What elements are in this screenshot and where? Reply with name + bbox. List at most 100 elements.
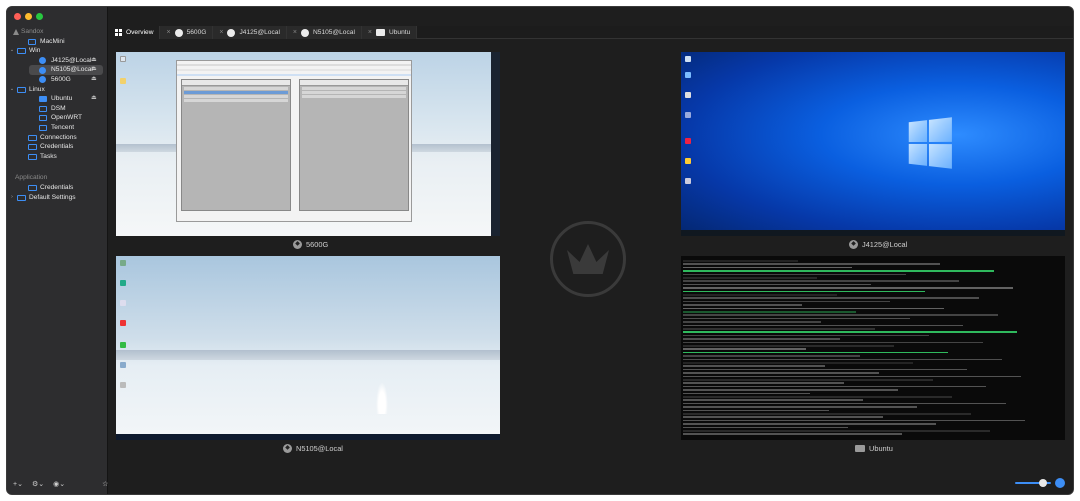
sidebar-item-linux[interactable]: ⌄ Linux (7, 85, 107, 95)
sidebar-item-n5105-local[interactable]: N5105@Local ⏏ (7, 65, 107, 75)
terminal-line (683, 362, 914, 364)
gear-menu-button[interactable]: ⚙⌄ (32, 480, 44, 488)
close-tab-icon[interactable]: × (293, 26, 297, 39)
windows-logo (908, 117, 952, 169)
tab-n5105[interactable]: × N5105@Local (286, 26, 362, 39)
tab-label: Overview (126, 29, 154, 36)
chevron-down-icon[interactable]: ⌄ (9, 46, 15, 56)
sidebar-item-tencent[interactable]: Tencent (7, 123, 107, 133)
sidebar-item-connections[interactable]: Connections (7, 133, 107, 143)
terminal-line (683, 430, 991, 432)
windows-icon (39, 66, 46, 74)
sidebar-item-label: J4125@Local (51, 56, 92, 64)
tab-ubuntu[interactable]: × Ubuntu (361, 26, 418, 39)
sidebar-item-openwrt[interactable]: OpenWRT (7, 113, 107, 123)
desktop-icon (120, 300, 126, 306)
connection-tree: Sandox MacMini ⌄ Win J4125@Local ⏏ N5105@Loca… (7, 27, 107, 202)
tile-caption: ◆ 5600G (293, 240, 328, 249)
tab-label: N5105@Local (313, 29, 355, 36)
terminal-line (683, 379, 933, 381)
tab-overview[interactable]: Overview (109, 26, 161, 39)
folder-icon (120, 78, 126, 84)
sidebar-item-dsm[interactable]: DSM (7, 104, 107, 114)
terminal-line (683, 270, 995, 272)
tab-label: 5600G (186, 29, 207, 36)
terminal-line (683, 273, 906, 276)
terminal-line (683, 416, 883, 418)
tab-j4125[interactable]: × J4125@Local (213, 26, 287, 39)
sidebar-item-label: Credentials (40, 183, 74, 191)
star-icon[interactable]: ☆ (102, 480, 108, 488)
terminal-line (683, 345, 895, 347)
sidebar-item-label: Credentials (40, 143, 74, 151)
desktop-icon (120, 362, 126, 368)
remote-app-window (176, 60, 412, 222)
terminal-line (683, 297, 979, 299)
chevron-right-icon[interactable]: › (9, 193, 15, 203)
sidebar-item-ubuntu[interactable]: Ubuntu ⏏ (7, 94, 107, 104)
sidebar-item-5600g[interactable]: 5600G ⏏ (7, 75, 107, 85)
terminal-line (683, 399, 864, 401)
thumbnail-size-slider[interactable] (1015, 479, 1051, 487)
folder-icon (28, 184, 37, 191)
session-thumbnail-5600g[interactable] (116, 52, 500, 236)
screen-icon (39, 115, 47, 122)
terminal-line (683, 341, 983, 344)
terminal-line (683, 375, 1021, 378)
app-window: Sandox MacMini ⌄ Win J4125@Local ⏏ N5105@Loca… (6, 6, 1074, 495)
terminal-line (683, 382, 845, 384)
eject-icon[interactable]: ⏏ (91, 56, 97, 66)
sidebar-item-credentials[interactable]: Credentials (7, 142, 107, 152)
eject-icon[interactable]: ⏏ (91, 75, 97, 85)
screen-icon (39, 96, 47, 103)
folder-icon (17, 86, 26, 93)
folder-icon (17, 194, 26, 201)
session-thumbnail-j4125[interactable] (681, 52, 1065, 236)
minimize-window-button[interactable] (25, 13, 32, 20)
chevron-down-icon[interactable]: ⌄ (9, 85, 15, 95)
sidebar-item-credentials[interactable]: Credentials (7, 183, 107, 193)
sidebar-item-label: Connections (40, 133, 77, 141)
desktop-icon (685, 72, 691, 78)
windows-icon (39, 76, 46, 84)
windows-icon: ◆ (283, 444, 292, 453)
slider-knob[interactable] (1039, 479, 1047, 487)
sidebar-item-tasks[interactable]: Tasks (7, 152, 107, 162)
tree-root[interactable]: Sandox (7, 27, 107, 37)
sidebar-item-label: OpenWRT (51, 114, 83, 122)
terminal-line (683, 372, 879, 374)
terminal-line (683, 396, 952, 398)
session-thumbnail-n5105[interactable] (116, 256, 500, 440)
add-menu-button[interactable]: +⌄ (13, 480, 23, 488)
close-tab-icon[interactable]: × (219, 26, 223, 39)
desktop-icon (120, 382, 126, 388)
zoom-window-button[interactable] (36, 13, 43, 20)
terminal-line (683, 368, 968, 371)
close-window-button[interactable] (14, 13, 21, 20)
session-thumbnail-ubuntu[interactable] (681, 256, 1065, 440)
zoom-icon[interactable] (1055, 478, 1065, 488)
close-tab-icon[interactable]: × (368, 26, 372, 39)
warning-icon (13, 29, 19, 35)
options-menu-button[interactable]: ◉⌄ (53, 480, 65, 488)
sidebar-item-label: N5105@Local (51, 66, 93, 74)
terminal-line (683, 321, 822, 323)
terminal-line (683, 317, 910, 320)
terminal-line (683, 392, 810, 395)
sidebar-item-label: Tencent (51, 123, 75, 131)
section-application: Application (15, 174, 48, 182)
tile-label: 5600G (306, 240, 329, 249)
terminal-line (683, 423, 937, 425)
windows-icon: ◆ (293, 240, 302, 249)
terminal-line (683, 355, 860, 357)
terminal-line (683, 348, 806, 350)
screen-icon (28, 38, 36, 45)
eject-icon[interactable]: ⏏ (91, 94, 97, 104)
sidebar-item-macmini[interactable]: MacMini (7, 37, 107, 47)
tree-root-label: Sandox (21, 28, 44, 35)
sidebar-item-default-settings[interactable]: › Default Settings (7, 193, 107, 203)
sidebar-item-win[interactable]: ⌄ Win (7, 46, 107, 56)
tab-5600g[interactable]: × 5600G (160, 26, 214, 39)
sidebar-item-j4125-local[interactable]: J4125@Local ⏏ (7, 56, 107, 66)
close-tab-icon[interactable]: × (166, 26, 170, 39)
